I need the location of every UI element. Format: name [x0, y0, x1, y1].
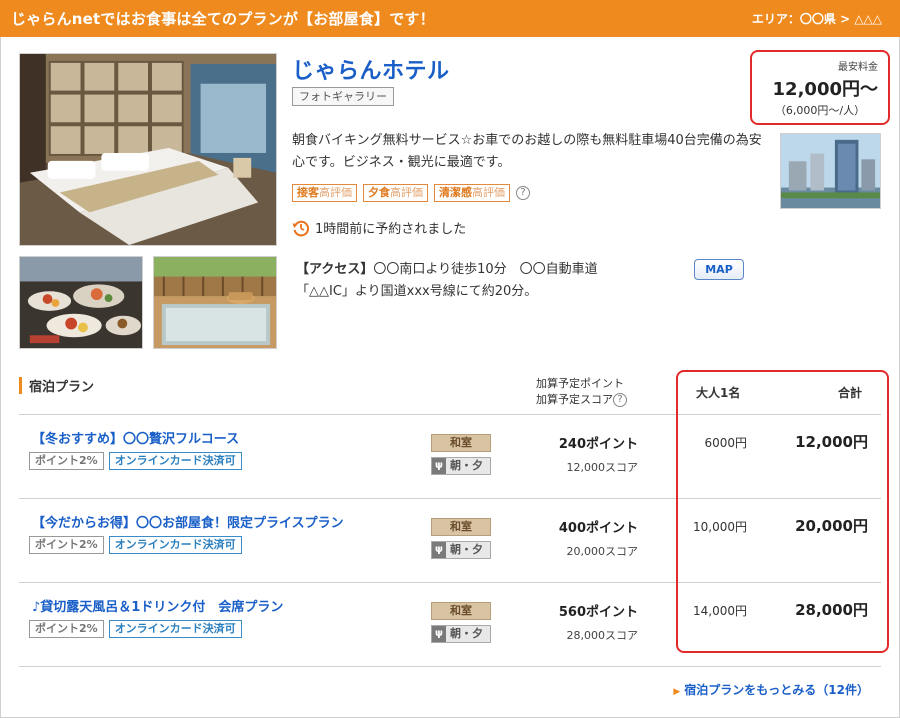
tag-dinner-label: 夕食 — [368, 186, 390, 199]
help-icon[interactable]: ? — [516, 186, 530, 200]
plan-score: 20,000スコア — [566, 545, 639, 558]
room-type-badge: 和室 — [431, 434, 491, 452]
area-breadcrumb[interactable]: エリア：〇〇県 > △△△ — [752, 10, 882, 27]
plan-score: 28,000スコア — [566, 629, 639, 642]
hotel-name-link[interactable]: じゃらんホテル — [292, 53, 450, 85]
meal-badge: ψ 朝・夕 — [431, 457, 491, 475]
fork-knife-icon: ψ — [432, 626, 446, 642]
tag-cleanliness: 清潔感高評価 — [434, 184, 510, 202]
bath-photo[interactable] — [153, 256, 277, 349]
section-accent-bar — [19, 377, 22, 394]
room-type-badge: 和室 — [431, 518, 491, 536]
points-column-header: 加算予定ポイント 加算予定スコア? — [536, 376, 627, 408]
triangle-right-icon: ▶ — [673, 687, 681, 697]
plan-name-link[interactable]: ♪貸切露天風呂＆1ドリンク付 会席プラン — [32, 596, 283, 615]
banner-title: じゃらんnetではお食事は全てのプランが【お部屋食】です！ — [11, 10, 435, 28]
points-header-line2: 加算予定スコア — [536, 393, 613, 406]
meal-label: 朝・夕 — [450, 459, 483, 472]
point-rate-badge: ポイント2% — [29, 452, 104, 470]
lowest-price-value: 12,000円〜 — [772, 79, 878, 100]
recent-booking-notice: 1時間前に予約されました — [292, 218, 466, 237]
meal-badge: ψ 朝・夕 — [431, 625, 491, 643]
building-image — [781, 134, 880, 208]
tag-dinner-rating: 高評価 — [390, 186, 423, 199]
plan-name-link[interactable]: 【冬おすすめ】〇〇贅沢フルコース — [32, 428, 239, 447]
tag-cleanliness-label: 清潔感 — [439, 186, 472, 199]
price-columns-highlight — [676, 370, 889, 653]
access-label: 【アクセス】 — [296, 262, 374, 277]
tag-service-rating: 高評価 — [319, 186, 352, 199]
plan-points: 240ポイント — [558, 437, 638, 452]
plan-score: 12,000スコア — [566, 461, 639, 474]
meal-badge: ψ 朝・夕 — [431, 541, 491, 559]
map-button[interactable]: MAP — [694, 259, 744, 280]
plan-badges: ポイント2% オンラインカード決済可 — [29, 452, 242, 470]
plan-badges: ポイント2% オンラインカード決済可 — [29, 536, 242, 554]
meal-label: 朝・夕 — [450, 543, 483, 556]
lowest-price-label: 最安料金 — [838, 62, 878, 73]
tag-dinner: 夕食高評価 — [363, 184, 428, 202]
history-clock-icon — [292, 220, 309, 236]
more-plans-link[interactable]: ▶ 宿泊プランをもっとみる（12件） — [673, 681, 869, 698]
plan-points: 560ポイント — [558, 605, 638, 620]
hotel-description: 朝食バイキング無料サービス☆お車でのお越しの際も無料駐車場40台完備の為安心です… — [292, 133, 762, 170]
online-card-badge: オンラインカード決済可 — [108, 536, 242, 554]
score-help-icon[interactable]: ? — [613, 393, 627, 407]
access-line-2: 「△△IC」より国道xxx号線にて約20分。 — [296, 284, 538, 299]
tag-service-label: 接客 — [297, 186, 319, 199]
access-line-1: 〇〇南口より徒歩10分 〇〇自動車道 — [373, 262, 598, 277]
tag-service: 接客高評価 — [292, 184, 357, 202]
photo-gallery-button[interactable]: フォトギャラリー — [292, 87, 394, 106]
point-rate-badge: ポイント2% — [29, 620, 104, 638]
top-banner: じゃらんnetではお食事は全てのプランが【お部屋食】です！ エリア：〇〇県 > … — [0, 0, 900, 37]
price-per-person: （6,000円〜/人） — [774, 104, 866, 117]
meal-label: 朝・夕 — [450, 627, 483, 640]
online-card-badge: オンラインカード決済可 — [108, 620, 242, 638]
online-card-badge: オンラインカード決済可 — [108, 452, 242, 470]
buffet-food-image — [20, 257, 142, 348]
plan-badges: ポイント2% オンラインカード決済可 — [29, 620, 242, 638]
plan-section-header: 宿泊プラン — [19, 376, 94, 395]
point-rate-badge: ポイント2% — [29, 536, 104, 554]
food-photo[interactable] — [19, 256, 143, 349]
divider — [19, 666, 881, 667]
hotel-main-photo[interactable] — [19, 53, 277, 246]
rating-tags: 接客高評価 夕食高評価 清潔感高評価 ? — [292, 184, 530, 202]
recent-booking-text: 1時間前に予約されました — [315, 222, 467, 237]
hotel-exterior-photo[interactable] — [780, 133, 881, 209]
plan-section-title: 宿泊プラン — [29, 380, 95, 395]
tag-cleanliness-rating: 高評価 — [472, 186, 505, 199]
points-header-line1: 加算予定ポイント — [536, 377, 624, 390]
fork-knife-icon: ψ — [432, 458, 446, 474]
lowest-price-box: 最安料金 12,000円〜 （6,000円〜/人） — [750, 50, 890, 125]
fork-knife-icon: ψ — [432, 542, 446, 558]
room-type-badge: 和室 — [431, 602, 491, 620]
more-plans-text: 宿泊プランをもっとみる（12件） — [684, 683, 869, 697]
bedroom-image — [20, 54, 276, 245]
plan-points: 400ポイント — [558, 521, 638, 536]
access-info: 【アクセス】〇〇南口より徒歩10分 〇〇自動車道 「△△IC」より国道xxx号線… — [296, 259, 676, 303]
open-air-bath-image — [154, 257, 276, 348]
plan-name-link[interactable]: 【今だからお得】〇〇お部屋食！限定プライスプラン — [32, 512, 344, 531]
